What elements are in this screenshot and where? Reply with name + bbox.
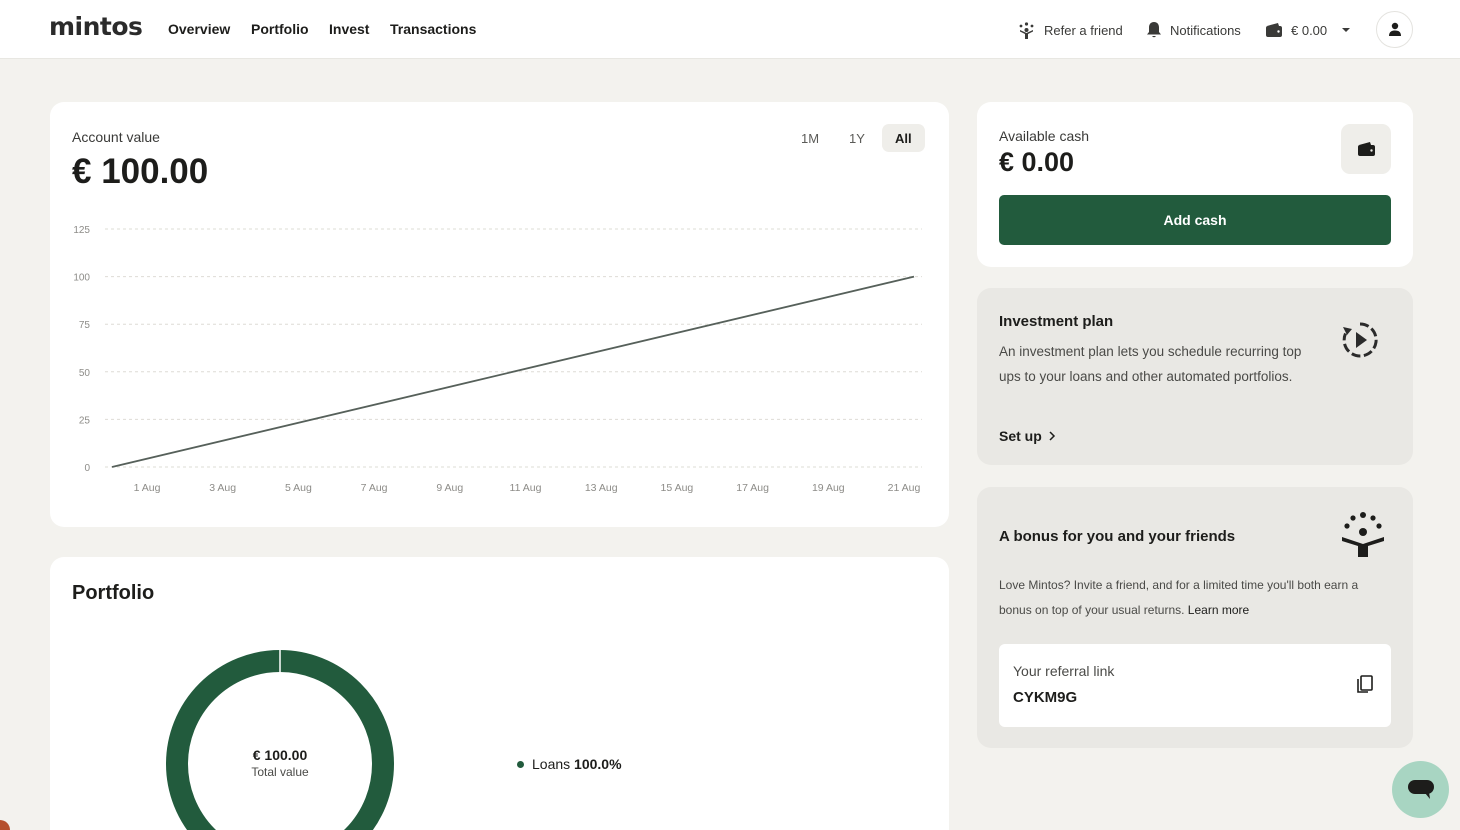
refer-a-friend-link[interactable]: Refer a friend — [1017, 19, 1123, 41]
chevron-down-icon — [1342, 28, 1351, 32]
referral-code: CYKM9G — [1013, 689, 1078, 706]
bell-icon — [1147, 22, 1161, 38]
range-1y-button[interactable]: 1Y — [836, 124, 878, 152]
wallet-icon — [1357, 142, 1375, 156]
account-value-line-chart: 0 25 50 75 100 125 1 Aug 3 Aug 5 Aug 7 Aug 9 Aug 11… — [73, 225, 922, 494]
range-all-button[interactable]: All — [882, 124, 925, 152]
x-tick-label: 3 Aug — [209, 482, 236, 494]
wallet-button[interactable] — [1341, 124, 1391, 174]
mintos-logo[interactable]: mintos — [49, 12, 143, 41]
bonus-title: A bonus for you and your friends — [999, 528, 1236, 545]
user-icon — [1388, 22, 1401, 36]
nav-transactions[interactable]: Transactions — [390, 21, 476, 37]
set-up-link[interactable]: Set up — [999, 428, 1056, 444]
x-tick-label: 1 Aug — [134, 482, 161, 494]
user-avatar-button[interactable] — [1376, 11, 1413, 48]
refer-a-friend-label: Refer a friend — [1044, 22, 1123, 38]
x-tick-label: 11 Aug — [510, 482, 542, 494]
portfolio-card: Portfolio € 100.00 Total value Loans 100… — [50, 557, 949, 830]
donut-total-label: Total value — [251, 765, 309, 779]
nav-portfolio[interactable]: Portfolio — [251, 21, 309, 37]
copy-icon[interactable] — [1356, 674, 1374, 694]
x-tick-label: 15 Aug — [661, 482, 694, 494]
referral-link-box: Your referral link CYKM9G — [999, 644, 1391, 727]
bonus-card: A bonus for you and your friends Love Mi… — [977, 487, 1413, 748]
x-tick-label: 9 Aug — [436, 482, 463, 494]
x-tick-label: 19 Aug — [812, 482, 845, 494]
top-navigation-bar: mintos Overview Portfolio Invest Transac… — [0, 0, 1460, 59]
available-cash-amount: € 0.00 — [999, 147, 1075, 177]
account-value-label: Account value — [72, 129, 160, 145]
recurring-play-icon — [1342, 322, 1378, 358]
account-value-card: Account value € 100.00 1M 1Y All 0 25 50 75… — [50, 102, 949, 527]
wallet-icon — [1266, 23, 1282, 37]
available-cash-label: Available cash — [999, 128, 1090, 144]
notifications-link[interactable]: Notifications — [1146, 19, 1241, 41]
y-tick-label: 75 — [79, 320, 91, 331]
donut-total-value: € 100.00 — [252, 747, 308, 763]
notifications-label: Notifications — [1170, 22, 1241, 38]
y-tick-label: 100 — [73, 273, 90, 284]
portfolio-donut-chart — [166, 650, 394, 830]
investment-plan-title: Investment plan — [999, 313, 1114, 330]
y-tick-label: 125 — [73, 225, 90, 236]
chevron-right-icon — [1049, 431, 1055, 441]
people-icon — [1019, 21, 1034, 39]
add-cash-button[interactable]: Add cash — [999, 195, 1391, 245]
portfolio-legend-loans: Loans 100.0% — [517, 756, 622, 772]
x-tick-label: 5 Aug — [285, 482, 312, 494]
legend-percent: 100.0% — [574, 756, 622, 772]
x-tick-label: 7 Aug — [361, 482, 388, 494]
available-cash-card: Available cash € 0.00 Add cash — [977, 102, 1413, 267]
balance-value: € 0.00 — [1291, 22, 1328, 38]
nav-overview[interactable]: Overview — [168, 21, 230, 37]
y-tick-label: 25 — [79, 415, 91, 426]
y-tick-label: 50 — [79, 368, 91, 379]
investment-plan-card: Investment plan An investment plan lets … — [977, 288, 1413, 465]
x-tick-label: 21 Aug — [888, 482, 921, 494]
donut-segment-loans[interactable] — [166, 650, 394, 830]
range-1m-button[interactable]: 1M — [788, 124, 832, 152]
balance-dropdown[interactable]: € 0.00 — [1265, 19, 1353, 41]
investment-plan-description: An investment plan lets you schedule rec… — [999, 344, 1302, 384]
corner-accent — [0, 820, 10, 830]
referral-link-label: Your referral link — [1013, 663, 1115, 679]
bonus-description: Love Mintos? Invite a friend, and for a … — [999, 578, 1359, 617]
nav-invest[interactable]: Invest — [329, 21, 369, 37]
donut-center-label: € 100.00 Total value — [180, 747, 380, 779]
chat-bubble-icon — [1407, 779, 1434, 799]
legend-label: Loans 100.0% — [532, 756, 622, 772]
set-up-label: Set up — [999, 428, 1042, 444]
people-bonus-icon — [1342, 512, 1384, 557]
y-tick-label: 0 — [84, 463, 90, 474]
legend-dot — [517, 760, 524, 768]
chat-support-button[interactable] — [1392, 761, 1449, 818]
portfolio-title: Portfolio — [72, 582, 155, 604]
x-tick-label: 17 Aug — [736, 482, 769, 494]
learn-more-link[interactable]: Learn more — [1188, 603, 1249, 617]
account-value-amount: € 100.00 — [72, 152, 209, 191]
x-tick-label: 13 Aug — [585, 482, 618, 494]
